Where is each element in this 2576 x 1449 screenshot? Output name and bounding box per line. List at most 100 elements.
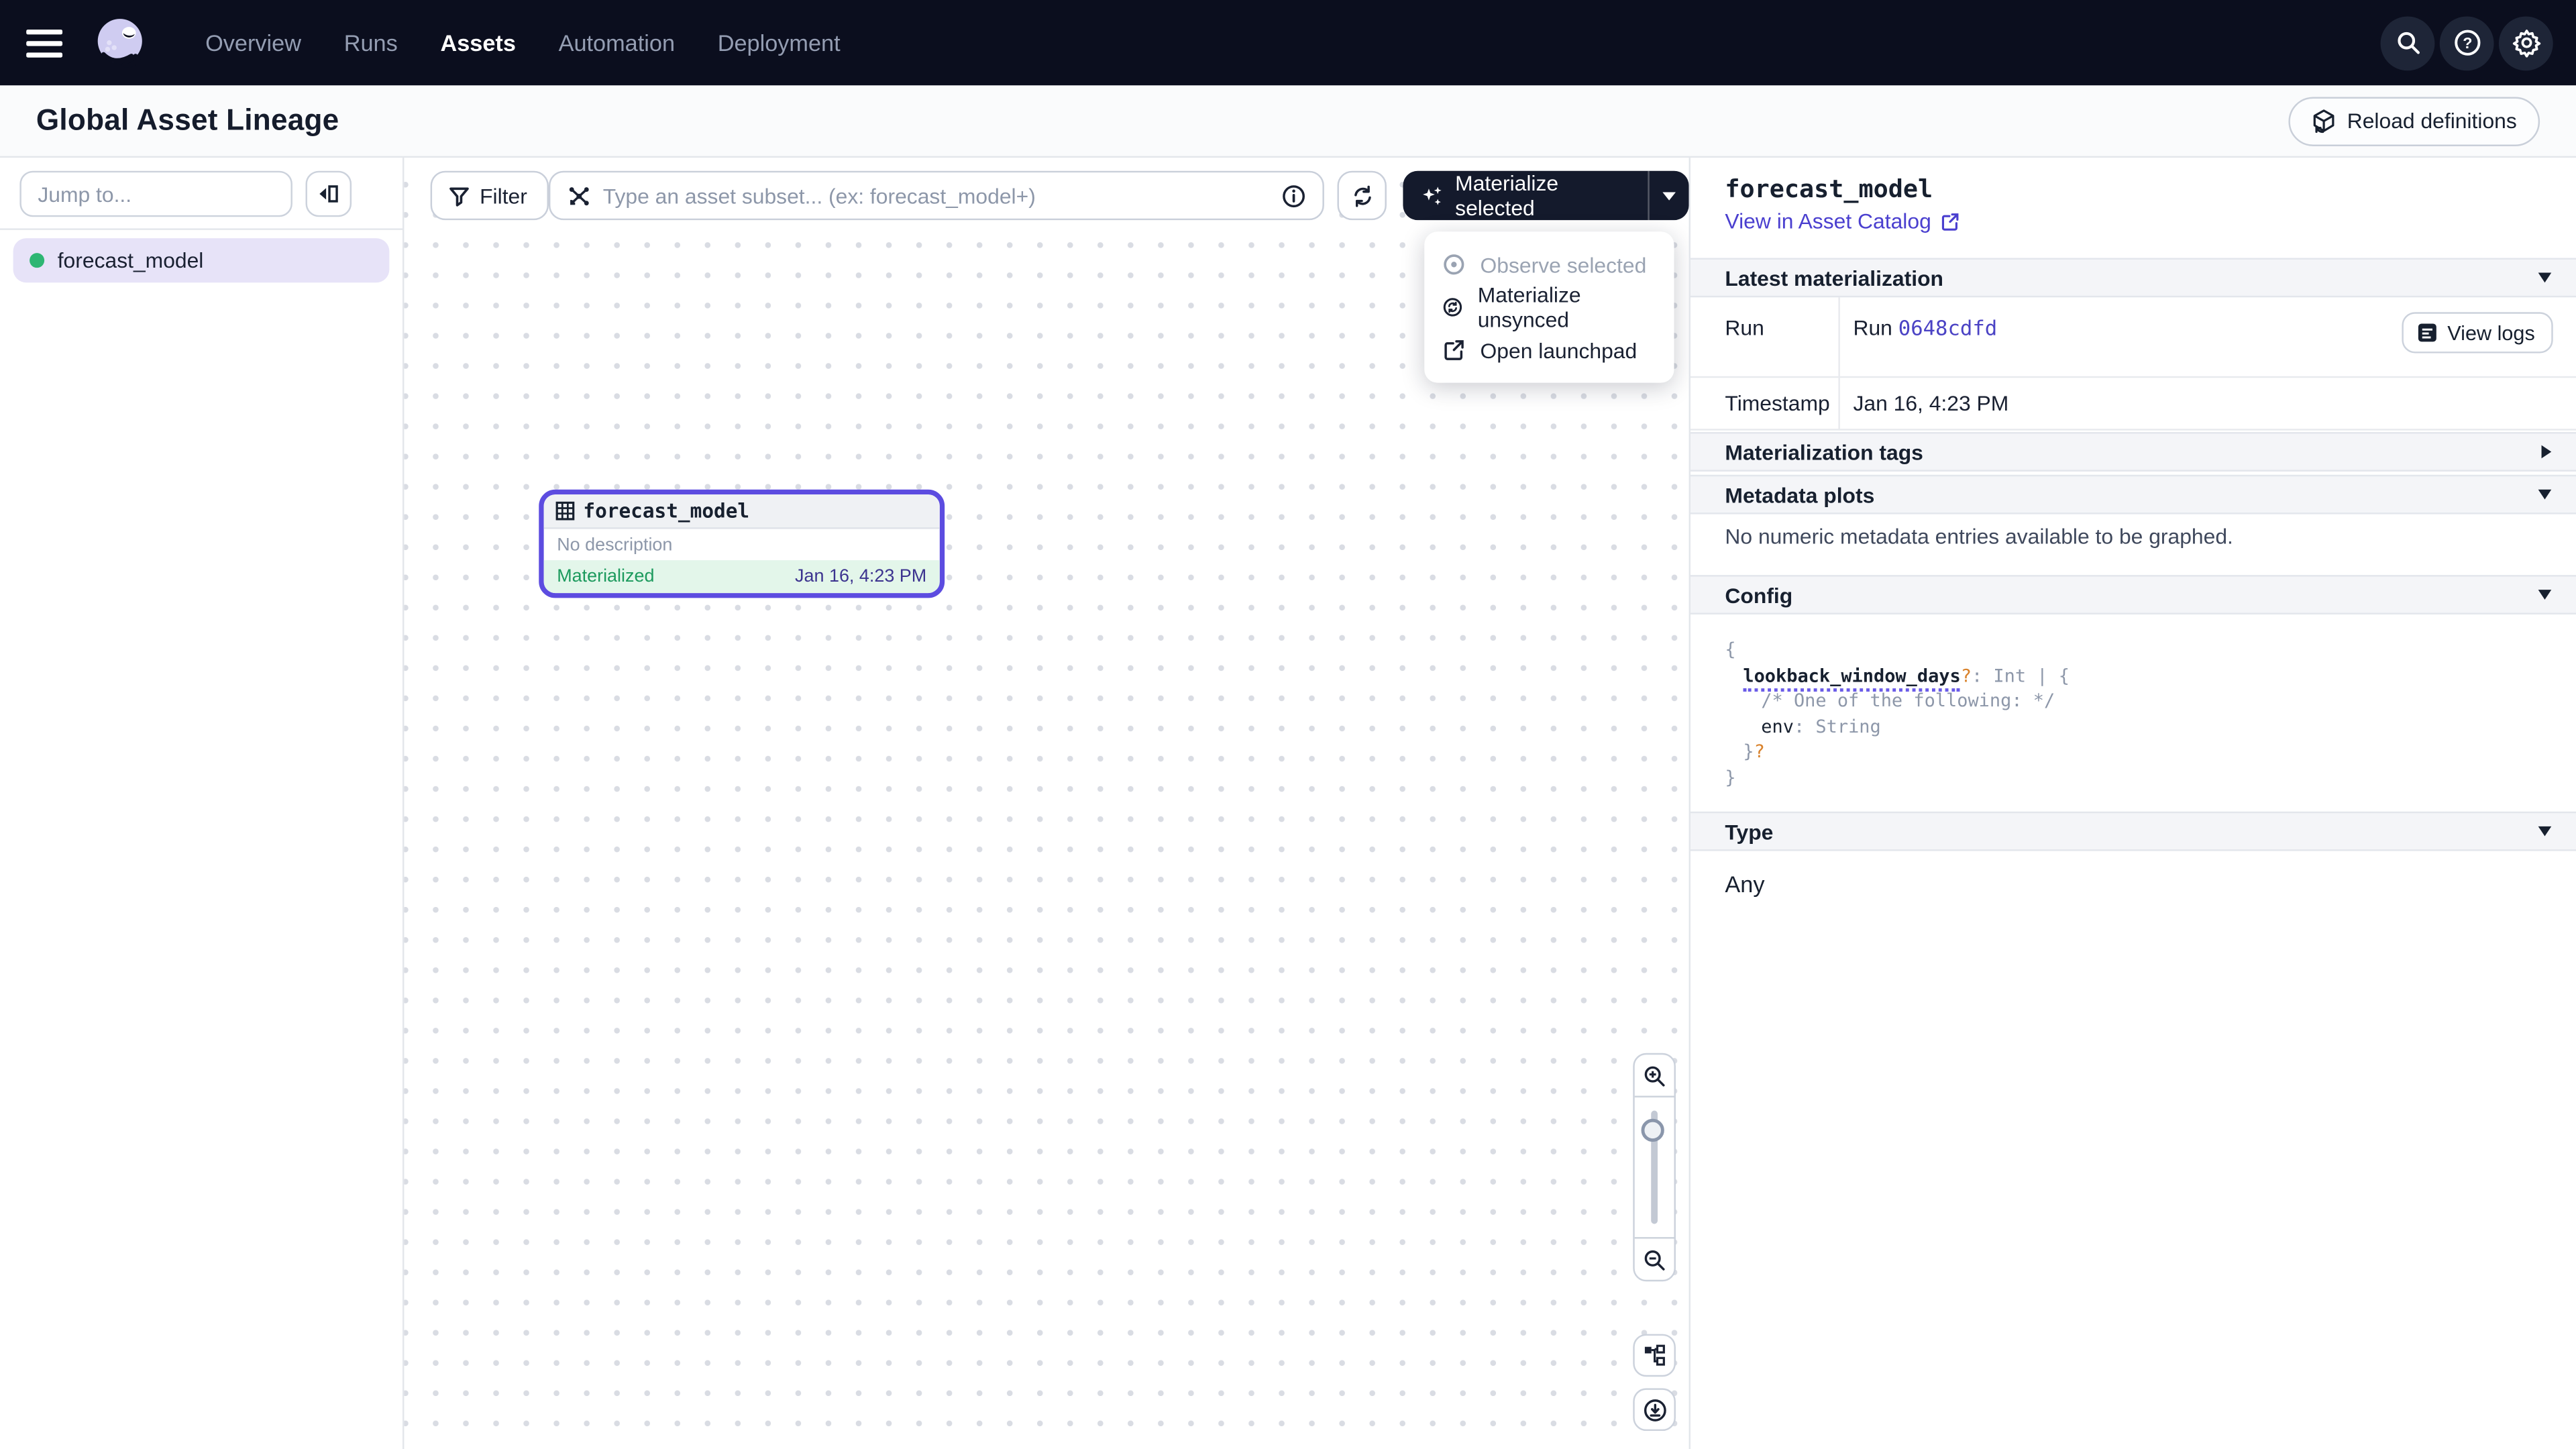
nav-item-deployment[interactable]: Deployment xyxy=(718,30,841,56)
hamburger-menu-icon[interactable] xyxy=(26,23,66,62)
asset-node-forecast-model[interactable]: forecast_model No description Materializ… xyxy=(539,490,945,598)
observe-selected-label: Observe selected xyxy=(1481,252,1647,277)
table-icon xyxy=(555,501,575,521)
external-link-icon xyxy=(1442,338,1465,361)
asset-subset-input[interactable] xyxy=(603,183,1270,208)
run-link[interactable]: Run 0648cdfd xyxy=(1853,315,1997,340)
section-latest-materialization[interactable]: Latest materialization xyxy=(1690,258,2576,297)
jump-to-input[interactable] xyxy=(19,171,292,217)
refresh-button[interactable] xyxy=(1337,171,1386,220)
settings-gear-icon[interactable] xyxy=(2499,15,2553,70)
asset-graph-icon xyxy=(567,183,592,208)
config-key-lookback-window-days[interactable]: lookback_window_days xyxy=(1743,665,1960,691)
type-value: Any xyxy=(1725,871,1764,897)
chevron-down-icon xyxy=(2538,590,2552,600)
config-heading: Config xyxy=(1725,582,1792,607)
top-nav: Overview Runs Assets Automation Deployme… xyxy=(0,0,2576,85)
open-launchpad-label: Open launchpad xyxy=(1481,337,1638,362)
view-logs-label: View logs xyxy=(2447,321,2534,344)
chevron-down-icon xyxy=(2538,826,2552,837)
zoom-out-button[interactable] xyxy=(1635,1237,1674,1280)
config-line: { xyxy=(1725,637,2070,663)
dagster-logo-icon[interactable] xyxy=(89,11,151,74)
canvas-toolbar: Filter xyxy=(404,171,1688,220)
sparkles-icon xyxy=(1421,183,1444,208)
config-line: env: String xyxy=(1725,714,2070,739)
logs-icon xyxy=(2416,322,2438,343)
timestamp-row-label: Timestamp xyxy=(1725,391,1829,416)
sync-circle-icon xyxy=(1442,296,1462,319)
run-row-label: Run xyxy=(1725,315,1764,340)
run-id[interactable]: 0648cdfd xyxy=(1898,315,1997,340)
config-code-block: { lookback_window_days?: Int | { /* One … xyxy=(1725,637,2070,790)
asset-sidebar: forecast_model xyxy=(0,158,404,1449)
reload-definitions-label: Reload definitions xyxy=(2347,109,2517,133)
lineage-canvas[interactable]: Filter xyxy=(404,158,1688,1449)
materialized-timestamp: Jan 16, 4:23 PM xyxy=(795,567,926,586)
reload-definitions-button[interactable]: Reload definitions xyxy=(2288,96,2540,145)
info-icon[interactable] xyxy=(1281,183,1306,208)
panel-asset-title: forecast_model xyxy=(1725,174,1933,204)
collapse-panel-icon xyxy=(317,182,340,205)
refresh-icon xyxy=(1350,183,1375,208)
nav-item-automation[interactable]: Automation xyxy=(559,30,675,56)
section-metadata-plots[interactable]: Metadata plots xyxy=(1690,475,2576,515)
nav-item-assets[interactable]: Assets xyxy=(440,30,515,56)
chevron-down-icon xyxy=(2538,490,2552,500)
config-comment: /* One of the following: */ xyxy=(1725,688,2070,714)
search-icon[interactable] xyxy=(2381,15,2435,70)
chevron-right-icon xyxy=(2542,445,2552,459)
run-prefix: Run xyxy=(1853,315,1892,340)
materialize-selected-label: Materialize selected xyxy=(1455,171,1628,220)
asset-status-dot xyxy=(30,253,44,268)
view-logs-button[interactable]: View logs xyxy=(2402,312,2553,353)
view-in-asset-catalog-label: View in Asset Catalog xyxy=(1725,209,1931,233)
rearrange-layout-button[interactable] xyxy=(1633,1334,1676,1377)
page-title: Global Asset Lineage xyxy=(36,103,339,138)
timestamp-row: Timestamp Jan 16, 4:23 PM xyxy=(1690,378,2576,430)
config-line: lookback_window_days?: Int | { xyxy=(1725,663,2070,688)
filter-button[interactable]: Filter xyxy=(431,171,549,220)
asset-subset-search xyxy=(549,171,1324,220)
filter-label: Filter xyxy=(480,183,527,208)
materialize-dropdown-toggle[interactable] xyxy=(1650,171,1689,220)
download-image-button[interactable] xyxy=(1633,1388,1676,1431)
nav-item-overview[interactable]: Overview xyxy=(205,30,301,56)
zoom-slider-knob[interactable] xyxy=(1642,1119,1664,1142)
filter-funnel-icon xyxy=(449,185,470,207)
section-config[interactable]: Config xyxy=(1690,575,2576,614)
help-icon[interactable]: ? xyxy=(2440,15,2494,70)
zoom-out-icon xyxy=(1643,1248,1666,1271)
zoom-slider[interactable] xyxy=(1635,1097,1674,1237)
menu-item-open-launchpad[interactable]: Open launchpad xyxy=(1424,329,1674,372)
asset-node-status-row: Materialized Jan 16, 4:23 PM xyxy=(544,560,940,593)
asset-node-header: forecast_model xyxy=(544,494,940,529)
materialize-selected-split-button: Materialize selected xyxy=(1403,171,1688,220)
config-key-env: env xyxy=(1761,716,1794,737)
collapse-panel-button[interactable] xyxy=(306,171,352,217)
materialize-selected-button[interactable]: Materialize selected xyxy=(1403,171,1650,220)
external-link-icon xyxy=(1939,211,1959,231)
top-nav-actions: ? xyxy=(2381,15,2553,70)
svg-text:?: ? xyxy=(2462,34,2471,52)
sidebar-header xyxy=(0,158,402,230)
menu-item-observe-selected[interactable]: Observe selected xyxy=(1424,243,1674,286)
page-header: Global Asset Lineage Reload definitions xyxy=(0,85,2576,158)
view-in-asset-catalog-link[interactable]: View in Asset Catalog xyxy=(1725,209,1959,233)
metadata-plots-heading: Metadata plots xyxy=(1725,482,1874,507)
section-type[interactable]: Type xyxy=(1690,812,2576,851)
nav-item-runs[interactable]: Runs xyxy=(344,30,398,56)
latest-materialization-heading: Latest materialization xyxy=(1725,266,1943,290)
timestamp-value: Jan 16, 4:23 PM xyxy=(1853,391,2008,416)
sidebar-asset-label: forecast_model xyxy=(58,248,204,273)
asset-detail-panel: forecast_model View in Asset Catalog Lat… xyxy=(1689,158,2576,1449)
reload-cube-icon xyxy=(2311,109,2336,133)
materialized-status: Materialized xyxy=(557,567,654,586)
zoom-control-group xyxy=(1633,1053,1676,1281)
menu-item-materialize-unsynced[interactable]: Materialize unsynced xyxy=(1424,286,1674,329)
asset-node-description: No description xyxy=(544,529,940,561)
zoom-in-button[interactable] xyxy=(1635,1055,1674,1097)
sidebar-item-forecast-model[interactable]: forecast_model xyxy=(13,238,390,282)
section-materialization-tags[interactable]: Materialization tags xyxy=(1690,432,2576,472)
asset-node-title: forecast_model xyxy=(583,499,749,522)
